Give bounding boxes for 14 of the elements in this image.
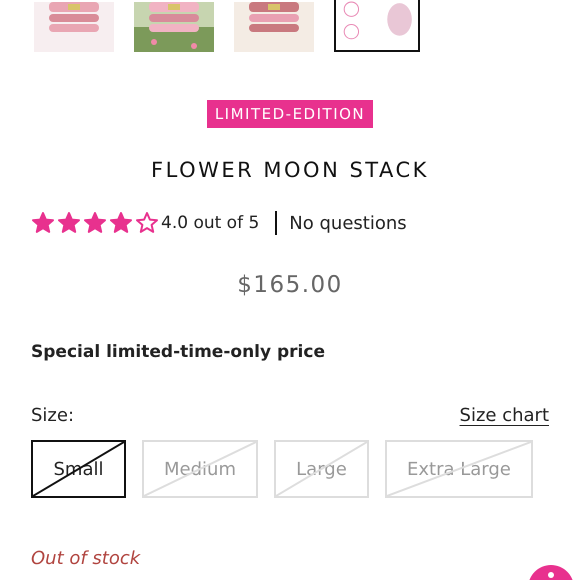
star-icon [135,211,159,235]
promo-text: Special limited-time-only price [31,342,326,362]
rating-text: 4.0 out of 5 [161,213,260,233]
size-label: Size: [31,405,74,426]
star-icon [31,211,55,235]
size-chart-link[interactable]: Size chart [460,405,549,426]
star-icon [57,211,81,235]
questions-link[interactable]: No questions [289,212,407,234]
edition-badge: LIMITED-EDITION [206,100,374,128]
price: $165.00 [237,272,343,298]
product-title: FLOWER MOON STACK [151,158,429,182]
stock-status: Out of stock [31,548,142,569]
star-icon [109,211,133,235]
star-icon [83,211,107,235]
